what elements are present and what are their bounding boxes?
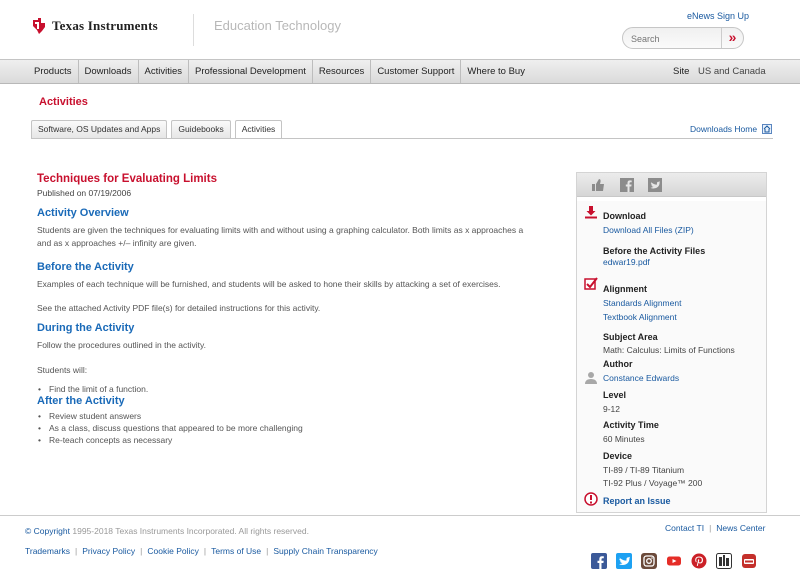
author-label: Author: [603, 359, 633, 369]
nav-item-products[interactable]: Products: [28, 60, 79, 83]
copyright-text: 1995-2018 Texas Instruments Incorporated…: [70, 526, 309, 536]
ti-blog-icon[interactable]: [716, 553, 732, 569]
device-value: TI-92 Plus / Voyage™ 200: [603, 478, 703, 488]
checkbox-icon: [584, 277, 598, 290]
copyright: © Copyright 1995-2018 Texas Instruments …: [25, 526, 309, 536]
activity-time-value: 60 Minutes: [603, 434, 645, 444]
students-will-text: Students will:: [37, 365, 88, 375]
tab-bar: Software, OS Updates and Apps Guidebooks…: [31, 120, 283, 139]
activity-title: Techniques for Evaluating Limits: [37, 173, 217, 185]
thumbs-up-icon[interactable]: [591, 178, 605, 192]
facebook-icon[interactable]: [591, 553, 607, 569]
copyright-symbol: © Copyright: [25, 526, 71, 536]
footer-contact: Contact TI | News Center: [665, 523, 766, 533]
subject-label: Subject Area: [603, 332, 658, 342]
search-box: »: [622, 27, 744, 49]
facebook-icon[interactable]: [620, 178, 634, 192]
ti-logo[interactable]: Texas Instruments: [32, 18, 158, 34]
nav-item-resources[interactable]: Resources: [313, 60, 372, 83]
site-selector[interactable]: Site US and Canada: [673, 60, 766, 83]
footer-link-terms[interactable]: Terms of Use: [211, 546, 261, 556]
twitter-icon[interactable]: [648, 178, 662, 192]
author-link[interactable]: Constance Edwards: [603, 373, 679, 383]
footer-link-privacy[interactable]: Privacy Policy: [82, 546, 135, 556]
site-value: US and Canada: [698, 66, 766, 77]
search-submit-icon[interactable]: »: [721, 28, 743, 48]
before-instructions: See the attached Activity PDF file(s) fo…: [37, 303, 321, 313]
header-divider: [193, 14, 194, 46]
device-value: TI-89 / TI-89 Titanium: [603, 465, 685, 475]
list-item: Review student answers: [37, 410, 537, 422]
alignment-label: Alignment: [603, 284, 647, 294]
level-label: Level: [603, 390, 627, 400]
tab-divider: [31, 138, 773, 139]
during-text: Follow the procedures outlined in the ac…: [37, 340, 206, 350]
device-label: Device: [603, 451, 633, 461]
enews-signup-link[interactable]: eNews Sign Up: [687, 11, 749, 21]
after-list: Review student answers As a class, discu…: [37, 410, 537, 446]
main-nav: Products Downloads Activities Profession…: [0, 59, 800, 84]
textbook-alignment-link[interactable]: Textbook Alignment: [603, 312, 677, 322]
footer-links: Trademarks | Privacy Policy | Cookie Polic…: [25, 546, 378, 556]
report-issue-link[interactable]: Report an Issue: [603, 496, 671, 506]
activity-time-label: Activity Time: [603, 420, 659, 430]
site-label: Site: [673, 66, 690, 77]
before-text: Examples of each technique will be furni…: [37, 279, 501, 289]
list-item: Re-teach concepts as necessary: [37, 434, 537, 446]
before-heading: Before the Activity: [37, 261, 134, 273]
author-icon: [585, 372, 597, 384]
nav-item-activities[interactable]: Activities: [139, 60, 189, 83]
standards-alignment-link[interactable]: Standards Alignment: [603, 298, 681, 308]
overview-text: Students are given the techniques for ev…: [37, 225, 524, 248]
list-item: Find the limit of a function.: [37, 383, 537, 395]
footer-link-cookie[interactable]: Cookie Policy: [147, 546, 199, 556]
tube-icon[interactable]: [741, 553, 757, 569]
instagram-icon[interactable]: [641, 553, 657, 569]
footer-social: [591, 553, 757, 569]
published-date: Published on 07/19/2006: [37, 188, 132, 198]
during-list: Find the limit of a function.: [37, 383, 537, 395]
footer-link-trademarks[interactable]: Trademarks: [25, 546, 70, 556]
overview-heading: Activity Overview: [37, 207, 129, 219]
sidebar-details: Download Download All Files (ZIP) Before…: [577, 201, 766, 512]
activity-content: Techniques for Evaluating Limits Publish…: [37, 173, 537, 446]
tab-software[interactable]: Software, OS Updates and Apps: [31, 120, 168, 138]
pinterest-icon[interactable]: [691, 553, 707, 569]
tab-activities[interactable]: Activities: [234, 120, 283, 139]
downloads-home-link[interactable]: Downloads Home: [690, 124, 773, 134]
download-icon: [585, 206, 597, 219]
subject-value: Math: Calculus: Limits of Functions: [603, 345, 735, 355]
level-value: 9-12: [603, 404, 621, 414]
home-icon: [762, 124, 773, 134]
youtube-icon[interactable]: [666, 553, 682, 569]
site-header: Texas Instruments Education Technology e…: [0, 0, 800, 58]
downloads-home-label: Downloads Home: [690, 124, 758, 134]
before-files-label: Before the Activity Files: [603, 246, 706, 256]
report-icon: [584, 492, 598, 506]
news-center-link[interactable]: News Center: [716, 523, 765, 533]
share-bar: [577, 173, 766, 197]
download-label: Download: [603, 211, 646, 221]
section-title: Activities: [39, 96, 88, 108]
contact-ti-link[interactable]: Contact TI: [665, 523, 704, 533]
footer-link-supply-chain[interactable]: Supply Chain Transparency: [273, 546, 377, 556]
before-file-link[interactable]: edwar19.pdf: [603, 257, 650, 267]
tab-guidebooks[interactable]: Guidebooks: [171, 120, 231, 138]
during-heading: During the Activity: [37, 322, 135, 334]
ti-logo-icon: [33, 18, 45, 34]
nav-item-where-to-buy[interactable]: Where to Buy: [461, 60, 531, 83]
download-all-link[interactable]: Download All Files (ZIP): [603, 225, 694, 235]
footer-divider: [0, 515, 800, 516]
nav-item-customer-support[interactable]: Customer Support: [371, 60, 462, 83]
nav-item-professional-development[interactable]: Professional Development: [189, 60, 313, 83]
search-input[interactable]: [631, 32, 719, 45]
after-heading: After the Activity: [37, 395, 125, 407]
nav-item-downloads[interactable]: Downloads: [79, 60, 139, 83]
header-subtitle: Education Technology: [214, 18, 341, 33]
twitter-icon[interactable]: [616, 553, 632, 569]
brand-name: Texas Instruments: [52, 18, 158, 33]
activity-sidebar: Download Download All Files (ZIP) Before…: [576, 172, 767, 513]
list-item: As a class, discuss questions that appea…: [37, 422, 537, 434]
